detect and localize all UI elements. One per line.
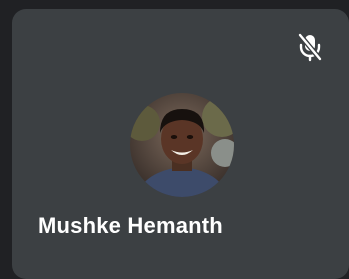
video-grid: Mushke Hemanth [0,0,349,279]
participant-name: Mushke Hemanth [38,213,223,238]
avatar [130,93,234,197]
microphone-off-icon [297,32,323,62]
participant-tile[interactable]: Mushke Hemanth [12,9,349,279]
mic-muted-indicator [295,32,325,62]
profile-photo [130,93,234,197]
